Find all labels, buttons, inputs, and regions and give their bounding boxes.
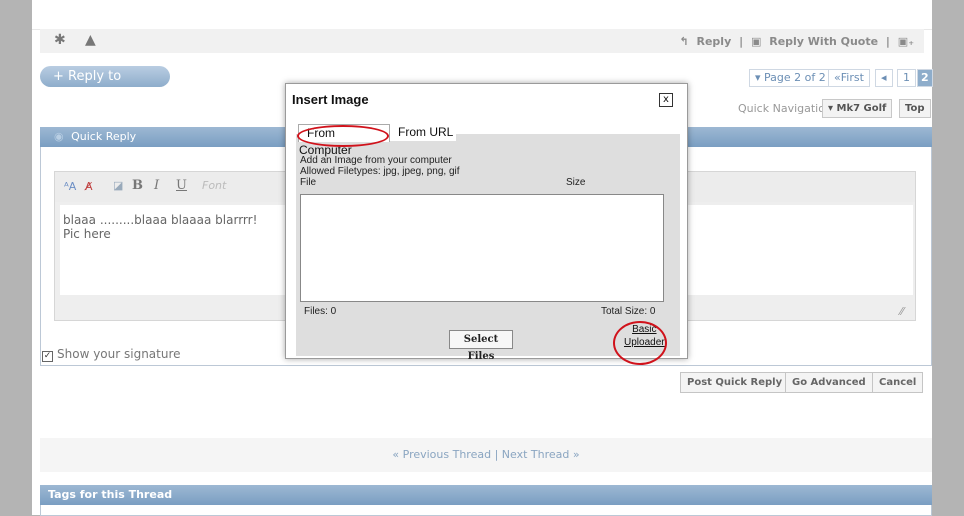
upload-intro: Add an Image from your computer [300, 155, 452, 166]
allowed-filetypes: Allowed Filetypes: jpg, jpeg, png, gif [300, 166, 460, 177]
reply-arrow-icon: ↰ [679, 35, 689, 48]
dialog-title: Insert Image [292, 92, 369, 107]
warning-icon[interactable]: ▲ [85, 32, 96, 48]
show-signature-checkbox[interactable]: ✓ [42, 351, 53, 362]
tags-body [40, 505, 932, 516]
size-column-header: Size [566, 177, 586, 188]
post-actions: ↰ Reply | ▣ Reply With Quote | ▣₊ [675, 35, 914, 48]
font-select[interactable]: Font [202, 179, 272, 194]
action-separator-2: | [885, 35, 890, 48]
underline-icon[interactable]: U [176, 178, 187, 193]
go-advanced-button[interactable]: Go Advanced [785, 372, 873, 393]
tab-from-url[interactable]: From URL [390, 124, 456, 141]
italic-icon[interactable]: I [154, 178, 159, 193]
annotation-circle-basic-uploader [613, 321, 667, 365]
close-icon[interactable]: x [659, 93, 673, 107]
previous-post-content [32, 0, 932, 30]
page-select[interactable]: ▾ Page 2 of 2 [749, 69, 832, 87]
text-color-icon[interactable]: ᴬA [64, 180, 76, 193]
page-1-link[interactable]: 1 [897, 69, 916, 87]
file-column-header: File [300, 177, 317, 188]
prev-page-link[interactable]: ◂ [875, 69, 893, 87]
post-action-bar: ✱ ▲ ↰ Reply | ▣ Reply With Quote | ▣₊ [40, 29, 924, 53]
multiquote-icon[interactable]: ▣₊ [898, 35, 914, 48]
show-signature-row: ✓ Show your signature [42, 347, 181, 362]
action-separator: | [739, 35, 744, 48]
tags-header: Tags for this Thread [40, 485, 932, 505]
select-files-button[interactable]: Select Files [449, 330, 513, 362]
forum-jump-select[interactable]: ▾ Mk7 Golf [822, 99, 893, 118]
paste-icon[interactable]: ◪ [113, 179, 123, 192]
quick-navigation-label: Quick Navigation [738, 102, 832, 115]
page-2-current: 2 [917, 69, 933, 87]
cancel-button[interactable]: Cancel [872, 372, 924, 393]
files-count: Files: 0 [304, 306, 337, 317]
star-icon[interactable]: ✱ [54, 32, 66, 48]
remove-format-icon[interactable]: A̸ [85, 180, 93, 193]
reply-to-thread-button[interactable]: + Reply to Thread [40, 66, 170, 105]
reply-with-quote-link[interactable]: Reply With Quote [769, 35, 878, 48]
annotation-circle-tab [297, 125, 389, 147]
post-quick-reply-button[interactable]: Post Quick Reply [680, 372, 790, 393]
top-button[interactable]: Top [899, 99, 931, 118]
insert-image-dialog: Insert Image x From Computer From URL Ad… [285, 83, 688, 365]
quick-reply-title: Quick Reply [71, 130, 137, 143]
collapse-icon[interactable]: ◉ [54, 130, 64, 143]
quote-bubble-icon: ▣ [750, 35, 762, 48]
thread-navigation[interactable]: « Previous Thread | Next Thread » [40, 438, 932, 472]
file-list[interactable] [300, 194, 664, 302]
first-page-link[interactable]: «First [828, 69, 870, 87]
resize-grip-icon[interactable]: ⁄⁄ [900, 305, 904, 318]
total-size: Total Size: 0 [601, 306, 656, 317]
show-signature-label: Show your signature [57, 347, 181, 361]
bold-icon[interactable]: B [132, 178, 143, 193]
reply-link[interactable]: Reply [697, 35, 732, 48]
